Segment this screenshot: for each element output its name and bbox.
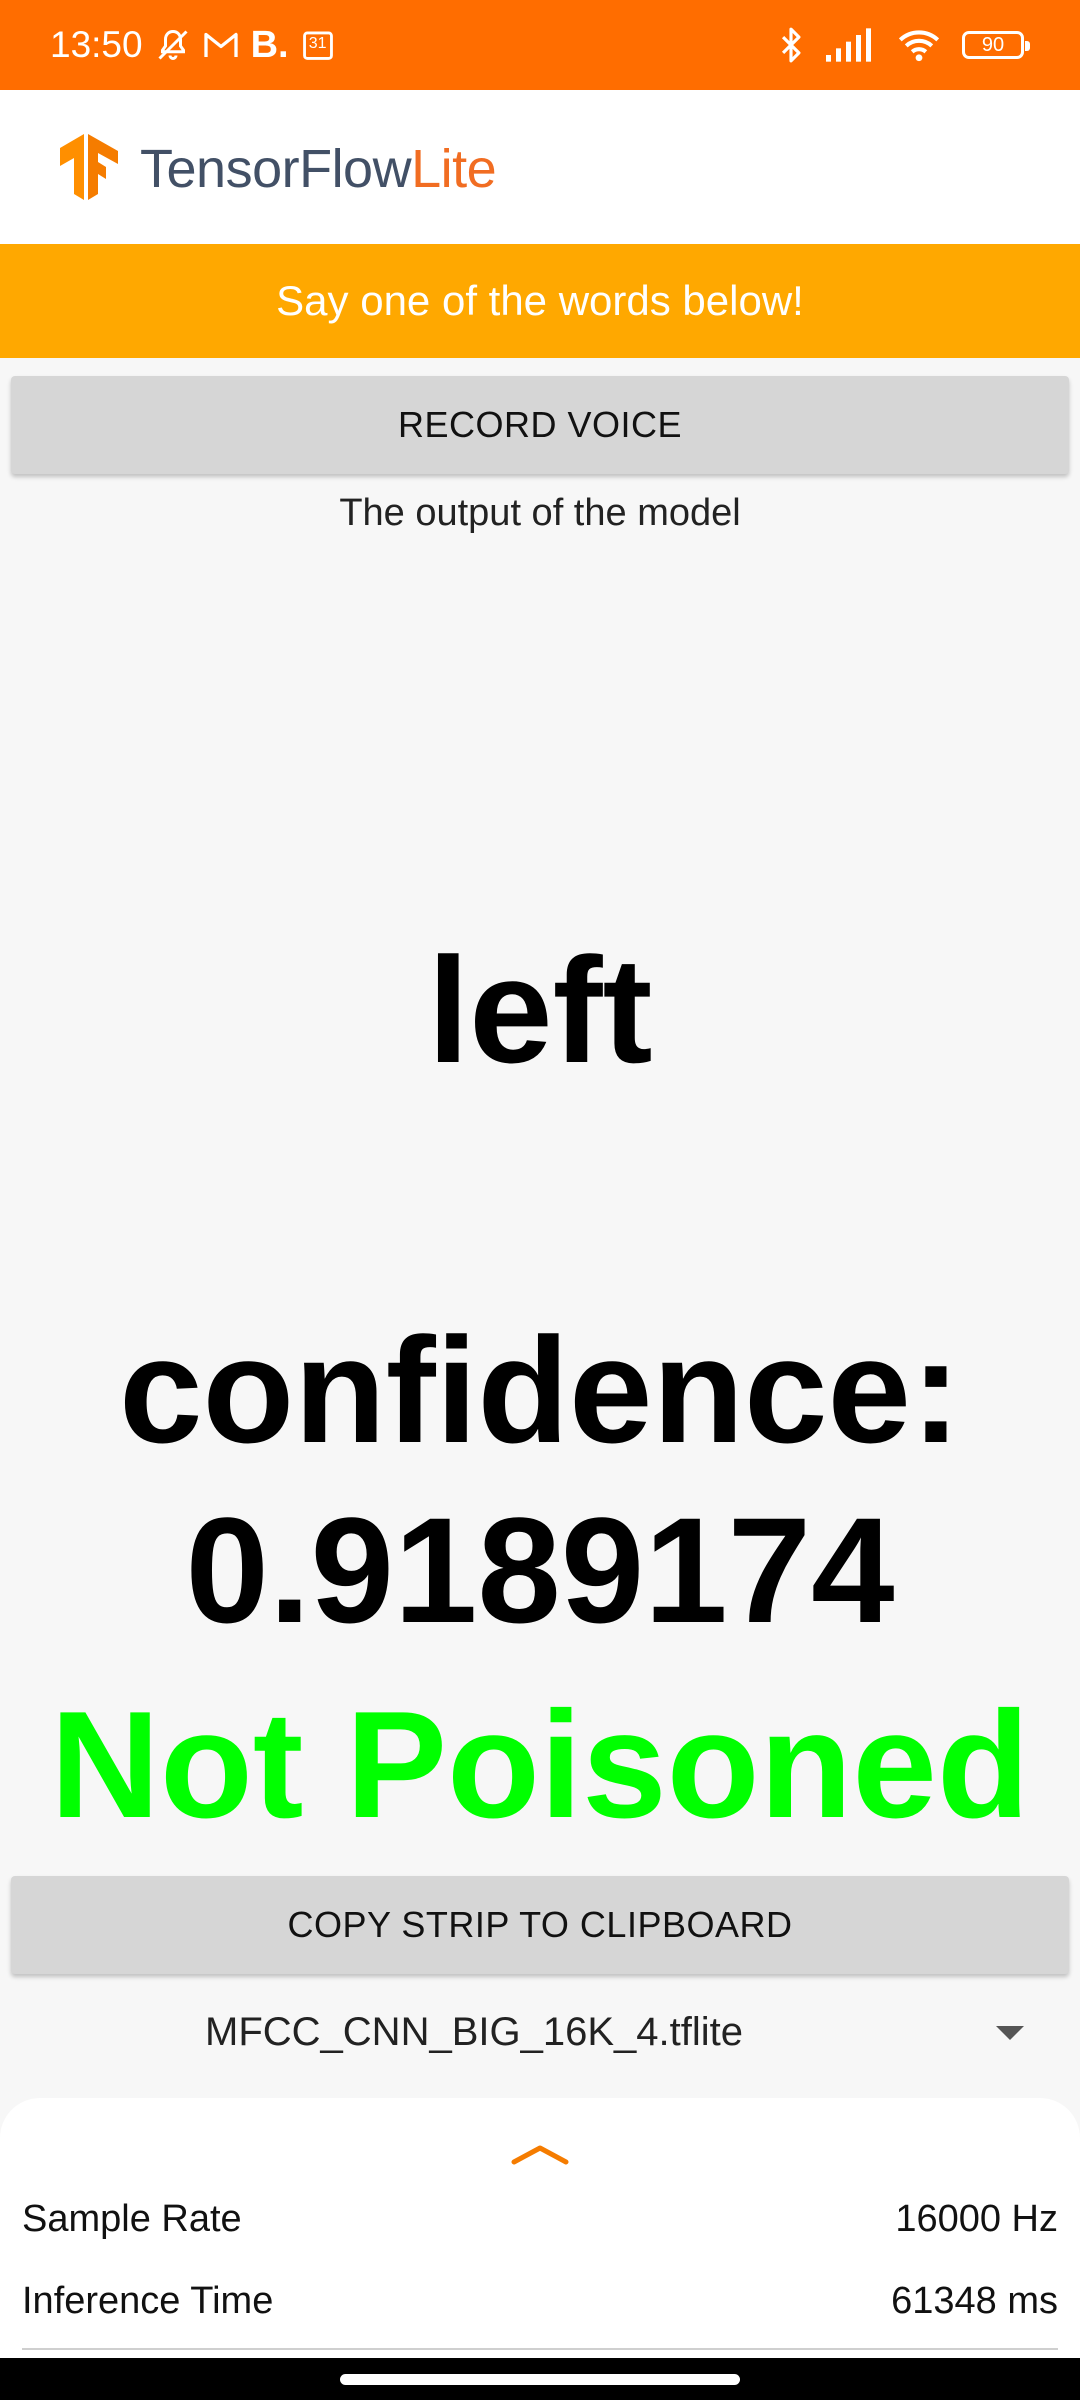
navigation-bar (0, 2358, 1080, 2400)
record-voice-button[interactable]: RECORD VOICE (11, 376, 1069, 474)
confidence-label: confidence: (119, 1306, 961, 1474)
bluetooth-icon (778, 26, 804, 64)
brand-main: TensorFlow (140, 139, 412, 199)
mute-bell-icon (155, 27, 191, 63)
model-selector[interactable]: MFCC_CNN_BIG_16K_4.tflite (0, 1990, 1080, 2080)
inference-time-row: Inference Time 61348 ms (22, 2280, 1058, 2340)
chevron-up-icon[interactable] (510, 2142, 570, 2171)
sheet-divider (22, 2348, 1058, 2350)
calendar-day: 31 (308, 35, 327, 52)
signal-icon (826, 28, 876, 62)
confidence-block: confidence: 0.9189174 (0, 1300, 1080, 1660)
battery-level: 90 (981, 33, 1005, 56)
home-indicator[interactable] (340, 2374, 740, 2385)
poison-status: Not Poisoned (50, 1680, 1030, 1850)
tensorflow-logo-icon (60, 134, 122, 205)
model-selected-value: MFCC_CNN_BIG_16K_4.tflite (205, 2010, 743, 2054)
instruction-banner: Say one of the words below! (0, 244, 1080, 358)
confidence-value: 0.9189174 (185, 1486, 895, 1654)
brand-title: TensorFlowLite (140, 138, 497, 200)
calendar-icon: 31 (301, 28, 335, 62)
gmail-icon (203, 30, 239, 60)
inference-time-value: 61348 ms (891, 2280, 1058, 2322)
status-right: 90 (778, 0, 1030, 90)
predicted-word: left (427, 926, 653, 1094)
inference-time-label: Inference Time (22, 2280, 274, 2322)
status-time: 13:50 (50, 24, 143, 65)
battery-nub (1025, 41, 1030, 51)
status-bar: 13:50 B. 31 90 (0, 0, 1080, 90)
sample-rate-row: Sample Rate 16000 Hz (22, 2198, 1058, 2258)
battery-icon: 90 (962, 31, 1030, 59)
app-bar: TensorFlowLite (0, 90, 1080, 244)
status-left: 13:50 B. 31 (50, 0, 335, 90)
output-label: The output of the model (339, 492, 741, 534)
wifi-icon (898, 28, 940, 62)
dropdown-arrow-icon[interactable] (996, 2026, 1024, 2040)
copy-strip-button[interactable]: COPY STRIP TO CLIPBOARD (11, 1876, 1069, 1974)
brand-accent: Lite (411, 139, 497, 199)
sample-rate-value: 16000 Hz (895, 2198, 1058, 2240)
b-icon: B. (250, 23, 289, 66)
sample-rate-label: Sample Rate (22, 2198, 242, 2240)
